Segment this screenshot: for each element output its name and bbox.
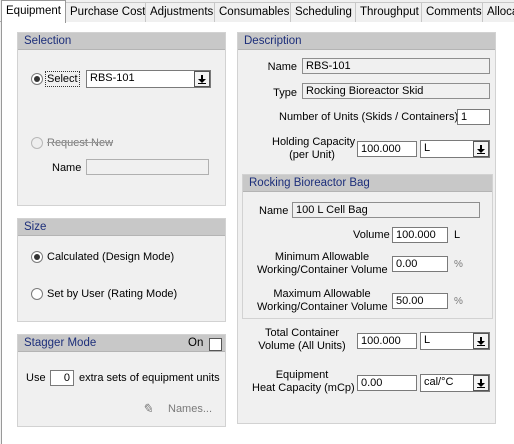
desc-name-field[interactable]: RBS-101 [302, 58, 490, 74]
units-field[interactable]: 1 [457, 109, 490, 125]
dropdown-arrow-icon [477, 153, 485, 154]
heat-capacity-field[interactable]: 0.00 [357, 375, 417, 391]
bag-volume-field[interactable]: 100.000 [392, 227, 448, 243]
max-volume-unit: % [454, 296, 463, 307]
extra-sets-field[interactable]: 0 [50, 370, 74, 386]
select-label: Select [45, 71, 80, 87]
total-volume-unit-value: L [424, 334, 431, 346]
dropdown-arrow-icon [477, 345, 485, 346]
min-volume-field[interactable]: 0.00 [392, 256, 448, 272]
min-volume-line2: Working/Container Volume [257, 264, 388, 276]
size-title: Size [18, 219, 225, 236]
heat-capacity-unit-value: cal/°C [424, 376, 454, 388]
bag-name-field[interactable]: 100 L Cell Bag [292, 202, 480, 218]
bag-volume-label: Volume [353, 229, 390, 241]
holding-capacity-field[interactable]: 100.000 [357, 141, 417, 157]
selection-group: Selection Select RBS-101 Request New Nam… [17, 32, 226, 206]
bag-title: Rocking Bioreactor Bag [243, 175, 492, 192]
stagger-title-text: Stagger Mode [24, 337, 97, 349]
heat-capacity-unit-combo[interactable]: cal/°C [420, 374, 490, 392]
names-button[interactable]: Names... [168, 403, 212, 415]
tab-consumables[interactable]: Consumables [214, 2, 295, 22]
desc-type-label: Type [273, 87, 297, 99]
desc-type-field[interactable]: Rocking Bioreactor Skid [302, 83, 490, 99]
units-label: Number of Units (Skids / Containers) [279, 111, 459, 123]
tab-strip: Purchase Cost Adjustments Consumables Sc… [0, 0, 514, 23]
total-volume-dropdown-button[interactable] [473, 333, 489, 349]
selection-title: Selection [18, 33, 225, 50]
total-volume-field[interactable]: 100.000 [357, 333, 417, 349]
select-dropdown-button[interactable] [194, 71, 210, 87]
holding-label-line1: Holding Capacity [272, 136, 356, 148]
max-volume-line2: Working/Container Volume [257, 301, 388, 313]
select-radio[interactable] [31, 73, 43, 85]
names-pen-icon: ✎ [142, 401, 153, 416]
description-title: Description [238, 33, 495, 50]
tab-purchase-cost[interactable]: Purchase Cost [65, 2, 151, 22]
total-volume-line1: Total Container [265, 327, 339, 339]
total-volume-unit-combo[interactable]: L [420, 332, 490, 350]
bag-volume-unit: L [454, 229, 461, 241]
description-group: Description Name RBS-101 Type Rocking Bi… [237, 32, 496, 424]
new-name-label: Name [52, 162, 82, 174]
max-volume-line1: Maximum Allowable [273, 288, 371, 300]
stagger-on-label: On [188, 337, 204, 349]
request-new-radio[interactable] [31, 137, 43, 149]
tab-allocation[interactable]: Alloca [482, 2, 514, 22]
holding-unit-value: L [424, 142, 431, 154]
min-volume-unit: % [454, 259, 463, 270]
bag-name-label: Name [259, 205, 289, 217]
calculated-radio[interactable] [31, 251, 43, 263]
holding-unit-dropdown-button[interactable] [473, 141, 489, 157]
select-combo[interactable]: RBS-101 [86, 70, 211, 88]
stagger-group: Stagger Mode On Use 0 extra sets of equi… [17, 334, 226, 427]
holding-unit-combo[interactable]: L [420, 140, 490, 158]
dropdown-arrow-icon [198, 83, 206, 84]
extra-sets-label: extra sets of equipment units [79, 372, 220, 384]
request-new-label: Request New [47, 137, 114, 149]
use-label: Use [26, 372, 46, 384]
set-by-user-radio[interactable] [31, 288, 43, 300]
stagger-on-checkbox[interactable] [209, 338, 222, 351]
new-name-field[interactable] [86, 159, 209, 175]
heat-capacity-line1: Equipment [275, 369, 329, 381]
tab-equipment[interactable]: Equipment [1, 0, 66, 23]
size-group: Size Calculated (Design Mode) Set by Use… [17, 218, 226, 322]
desc-name-label: Name [267, 61, 297, 73]
heat-capacity-dropdown-button[interactable] [473, 375, 489, 391]
tab-throughput[interactable]: Throughput [355, 2, 424, 22]
min-volume-line1: Minimum Allowable [274, 251, 370, 263]
tab-adjustments[interactable]: Adjustments [145, 2, 219, 22]
tab-comments[interactable]: Comments [421, 2, 487, 22]
equipment-panel: Selection Select RBS-101 Request New Nam… [1, 22, 514, 444]
total-volume-line2: Volume (All Units) [258, 340, 346, 352]
dropdown-arrow-icon [477, 387, 485, 388]
stagger-title: Stagger Mode On [18, 335, 225, 352]
bag-group: Rocking Bioreactor Bag Name 100 L Cell B… [242, 174, 493, 319]
calculated-label: Calculated (Design Mode) [47, 251, 175, 263]
set-by-user-label: Set by User (Rating Mode) [47, 288, 178, 300]
max-volume-field[interactable]: 50.00 [392, 293, 448, 309]
tab-scheduling[interactable]: Scheduling [290, 2, 357, 22]
select-combo-value: RBS-101 [90, 72, 135, 84]
heat-capacity-line2: Heat Capacity (mCp) [252, 382, 355, 394]
holding-label-line2: (per Unit) [289, 149, 335, 161]
